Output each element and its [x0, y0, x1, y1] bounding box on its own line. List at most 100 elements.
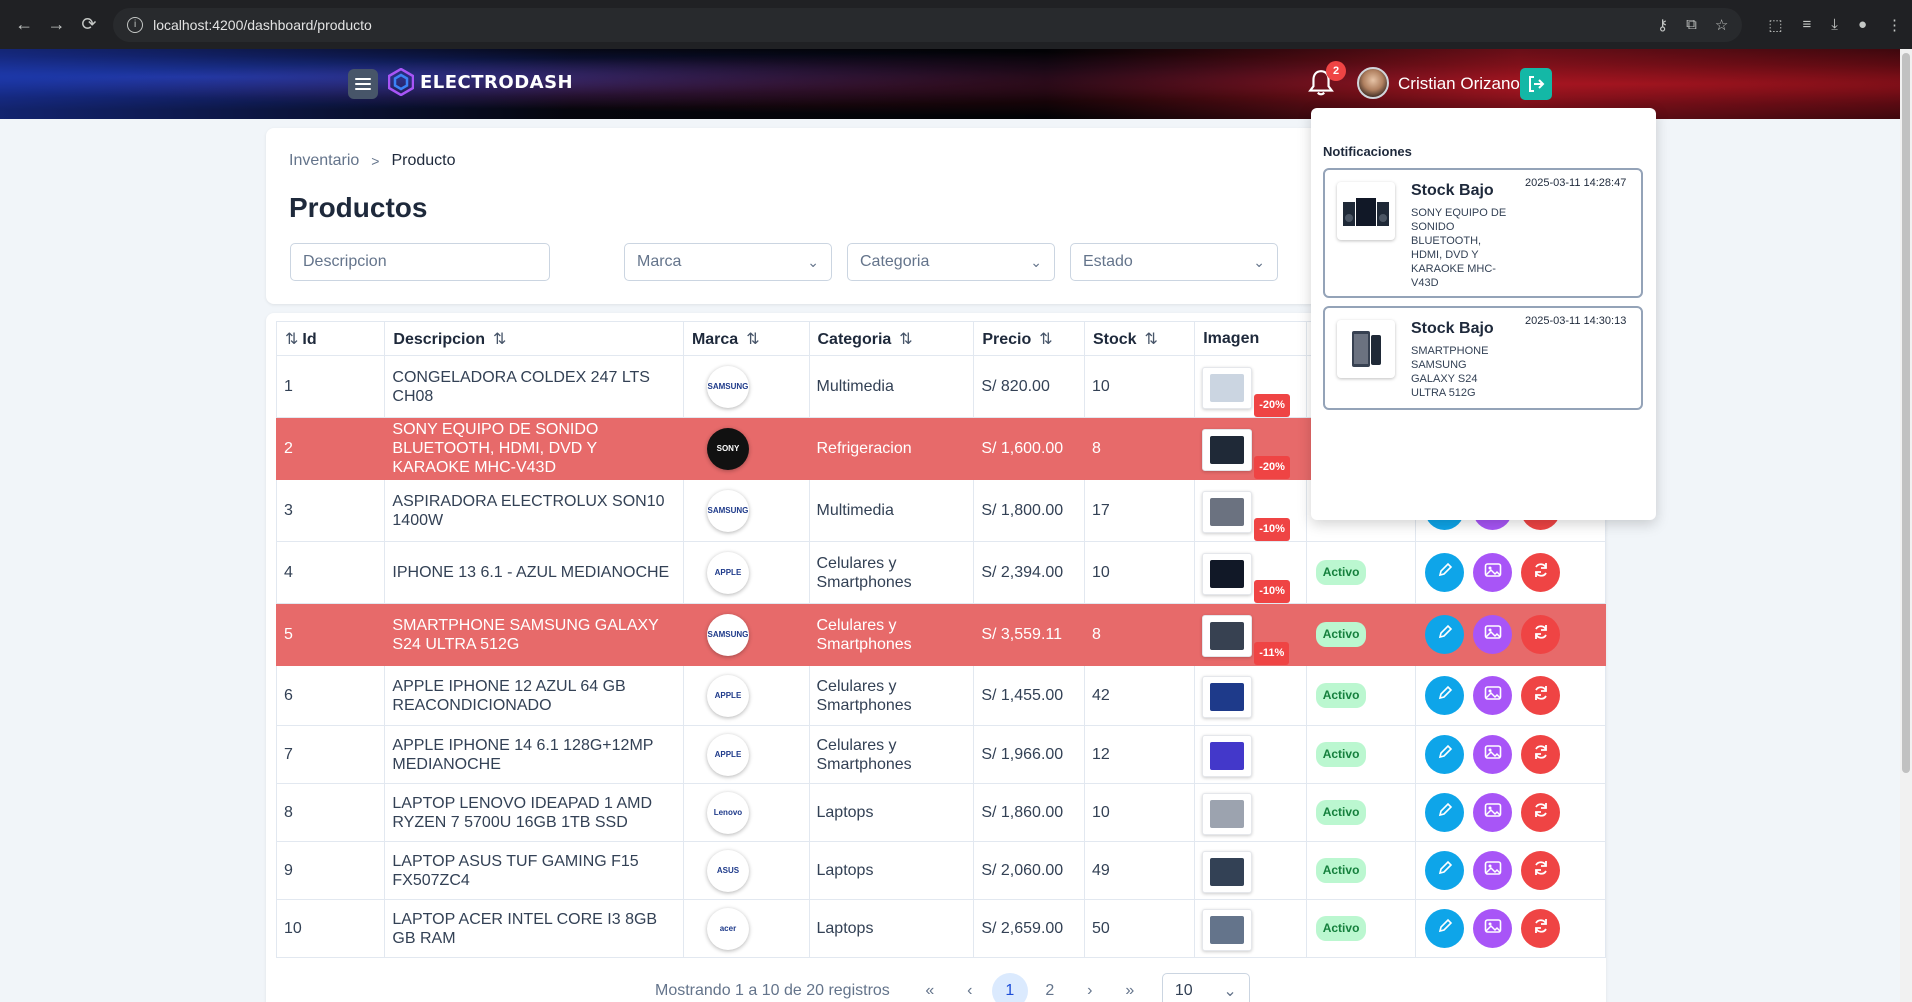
page-scrollbar[interactable]: [1900, 49, 1912, 1002]
image-button[interactable]: [1473, 735, 1513, 774]
logout-button[interactable]: [1520, 68, 1552, 100]
forward-icon[interactable]: →: [42, 10, 70, 40]
refresh-icon: [1532, 561, 1550, 584]
column-categoria[interactable]: Categoria ⇅: [808, 321, 975, 356]
menu-icon[interactable]: ⋮: [1887, 16, 1902, 34]
sort-icon[interactable]: ⇅: [1039, 331, 1052, 348]
edit-button[interactable]: [1425, 909, 1465, 948]
page-2-button[interactable]: 2: [1030, 973, 1070, 1002]
edit-button[interactable]: [1425, 615, 1465, 654]
sort-icon[interactable]: ⇅: [1145, 331, 1158, 348]
site-info-icon[interactable]: i: [127, 16, 144, 33]
reload-icon[interactable]: ⟳: [75, 10, 103, 40]
notifications-bell[interactable]: 2: [1308, 61, 1346, 102]
refresh-button[interactable]: [1521, 553, 1561, 592]
categoria-select[interactable]: Categoria ⌄: [847, 243, 1055, 281]
table-row[interactable]: 7 APPLE IPHONE 14 6.1 128G+12MP MEDIANOC…: [275, 725, 1606, 784]
sort-icon[interactable]: ⇅: [493, 331, 506, 348]
profile-icon[interactable]: ●: [1858, 16, 1867, 34]
marca-select[interactable]: Marca ⌄: [624, 243, 832, 281]
image-button[interactable]: [1473, 793, 1513, 832]
rows-per-page-select[interactable]: 10 ⌄: [1161, 973, 1250, 1002]
address-bar[interactable]: i localhost:4200/dashboard/producto ⚷ ⧉ …: [113, 7, 1743, 42]
downloads-icon[interactable]: ⤓: [1831, 16, 1838, 34]
next-page-button[interactable]: ›: [1070, 973, 1110, 1002]
cell-estado: Activo: [1305, 603, 1417, 666]
sort-icon[interactable]: ⇅: [285, 331, 298, 348]
refresh-button[interactable]: [1521, 909, 1561, 948]
image-button[interactable]: [1473, 676, 1513, 715]
reading-list-icon[interactable]: ≡: [1803, 16, 1812, 34]
product-thumbnail[interactable]: [1202, 792, 1253, 835]
first-page-button[interactable]: «: [910, 973, 950, 1002]
user-avatar[interactable]: [1357, 67, 1389, 99]
refresh-button[interactable]: [1521, 851, 1561, 890]
refresh-button[interactable]: [1521, 615, 1561, 654]
column-stock[interactable]: Stock ⇅: [1083, 321, 1196, 356]
pencil-icon: [1437, 918, 1453, 939]
column-descripcion[interactable]: Descripcion ⇅: [384, 321, 684, 356]
cell-descripcion: LAPTOP ACER INTEL CORE I3 8GB GB RAM: [384, 899, 684, 958]
cell-id: 2: [275, 417, 386, 480]
image-button[interactable]: [1473, 851, 1513, 890]
sort-icon[interactable]: ⇅: [746, 331, 759, 348]
last-page-button[interactable]: »: [1110, 973, 1150, 1002]
product-thumbnail[interactable]: [1202, 366, 1253, 409]
product-thumbnail[interactable]: [1202, 675, 1253, 718]
user-name[interactable]: Cristian Orizano: [1398, 74, 1520, 94]
back-icon[interactable]: ←: [10, 10, 38, 40]
cell-marca: APPLE: [682, 725, 810, 784]
table-row[interactable]: 9 LAPTOP ASUS TUF GAMING F15 FX507ZC4 AS…: [275, 841, 1606, 900]
table-row[interactable]: 5 SMARTPHONE SAMSUNG GALAXY S24 ULTRA 51…: [275, 603, 1606, 666]
product-thumbnail[interactable]: [1202, 908, 1253, 951]
cell-stock: 49: [1083, 841, 1196, 900]
notification-item[interactable]: Stock Bajo 2025-03-11 14:30:13 SMARTPHON…: [1323, 306, 1643, 410]
breadcrumb-inventario[interactable]: Inventario: [289, 152, 359, 170]
product-thumbnail[interactable]: [1202, 552, 1253, 595]
bookmark-star-icon[interactable]: ☆: [1715, 16, 1728, 34]
table-row[interactable]: 4 IPHONE 13 6.1 - AZUL MEDIANOCHE APPLE …: [275, 541, 1606, 604]
app-logo[interactable]: ELECTRODASH: [388, 68, 573, 96]
extensions-icon[interactable]: ⬚: [1768, 16, 1782, 34]
menu-toggle-button[interactable]: [348, 69, 378, 99]
pencil-icon: [1437, 860, 1453, 881]
sort-icon[interactable]: ⇅: [899, 331, 912, 348]
cell-categoria: Laptops: [808, 841, 975, 900]
table-row[interactable]: 6 APPLE IPHONE 12 AZUL 64 GB REACONDICIO…: [275, 665, 1606, 726]
column-id[interactable]: ⇅ Id: [275, 321, 386, 356]
page-1-button[interactable]: 1: [991, 973, 1028, 1002]
table-row[interactable]: 8 LAPTOP LENOVO IDEAPAD 1 AMD RYZEN 7 57…: [275, 783, 1606, 842]
column-marca[interactable]: Marca ⇅: [682, 321, 810, 356]
product-thumbnail[interactable]: [1202, 428, 1253, 471]
pencil-icon: [1437, 562, 1453, 583]
cell-stock: 10: [1083, 355, 1196, 418]
pencil-icon: [1437, 685, 1453, 706]
product-thumbnail[interactable]: [1202, 850, 1253, 893]
translate-icon[interactable]: ⧉: [1686, 16, 1697, 34]
edit-button[interactable]: [1425, 793, 1465, 832]
brand-logo: acer: [706, 907, 749, 950]
product-thumbnail[interactable]: [1202, 734, 1253, 777]
scrollbar-thumb[interactable]: [1902, 53, 1910, 773]
column-precio[interactable]: Precio ⇅: [973, 321, 1085, 356]
refresh-button[interactable]: [1521, 793, 1561, 832]
product-thumbnail[interactable]: [1202, 614, 1253, 657]
refresh-button[interactable]: [1521, 735, 1561, 774]
image-button[interactable]: [1473, 553, 1513, 592]
notification-item[interactable]: Stock Bajo 2025-03-11 14:28:47 SONY EQUI…: [1323, 168, 1643, 298]
password-key-icon[interactable]: ⚷: [1657, 16, 1668, 34]
edit-button[interactable]: [1425, 851, 1465, 890]
refresh-button[interactable]: [1521, 676, 1561, 715]
prev-page-button[interactable]: ‹: [950, 973, 990, 1002]
product-thumbnail[interactable]: [1202, 490, 1253, 533]
edit-button[interactable]: [1425, 676, 1465, 715]
image-button[interactable]: [1473, 615, 1513, 654]
edit-button[interactable]: [1425, 735, 1465, 774]
table-row[interactable]: 10 LAPTOP ACER INTEL CORE I3 8GB GB RAM …: [275, 899, 1606, 958]
descripcion-input[interactable]: Descripcion: [290, 243, 550, 281]
estado-select[interactable]: Estado ⌄: [1070, 243, 1278, 281]
cell-stock: 10: [1083, 541, 1196, 604]
edit-button[interactable]: [1425, 553, 1465, 592]
image-button[interactable]: [1473, 909, 1513, 948]
cell-estado: Activo: [1305, 541, 1417, 604]
